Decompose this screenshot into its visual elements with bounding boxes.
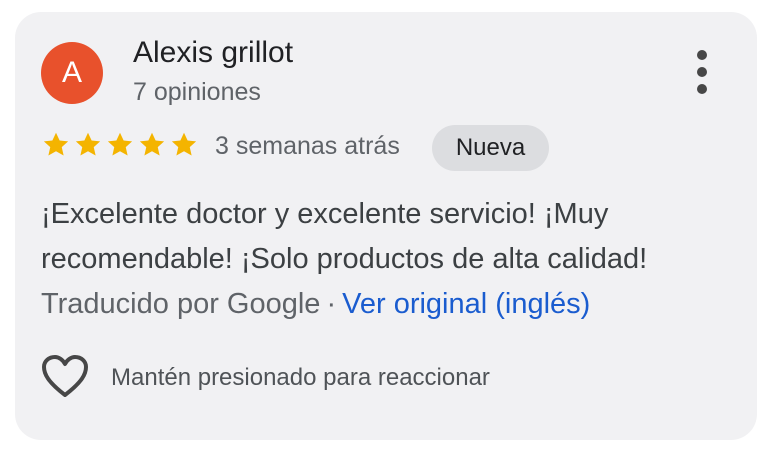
- author-name[interactable]: Alexis grillot: [133, 36, 293, 70]
- separator: ·: [326, 288, 337, 320]
- new-badge: Nueva: [432, 125, 549, 171]
- star-icon: [171, 132, 197, 156]
- star-icon: [139, 132, 165, 156]
- react-hint: Mantén presionado para reaccionar: [111, 364, 490, 391]
- review-text: ¡Excelente doctor y excelente servicio! …: [41, 198, 648, 275]
- heart-outline-icon: [42, 355, 88, 397]
- star-icon: [75, 132, 101, 156]
- translation-line: Traducido por Google · Ver original (inglé…: [41, 282, 590, 327]
- avatar[interactable]: A: [41, 42, 103, 104]
- more-vert-icon: [697, 50, 707, 60]
- translated-by-label: Traducido por Google: [41, 288, 321, 320]
- view-original-link[interactable]: Ver original (inglés): [342, 288, 590, 320]
- more-options-button[interactable]: [688, 50, 716, 94]
- star-icon: [43, 132, 69, 156]
- star-rating: [41, 130, 199, 162]
- review-count: 7 opiniones: [133, 78, 261, 106]
- star-icon: [107, 132, 133, 156]
- review-card: A Alexis grillot 7 opiniones 3 semanas a…: [15, 12, 757, 440]
- review-time: 3 semanas atrás: [215, 132, 400, 160]
- react-button[interactable]: [39, 354, 91, 400]
